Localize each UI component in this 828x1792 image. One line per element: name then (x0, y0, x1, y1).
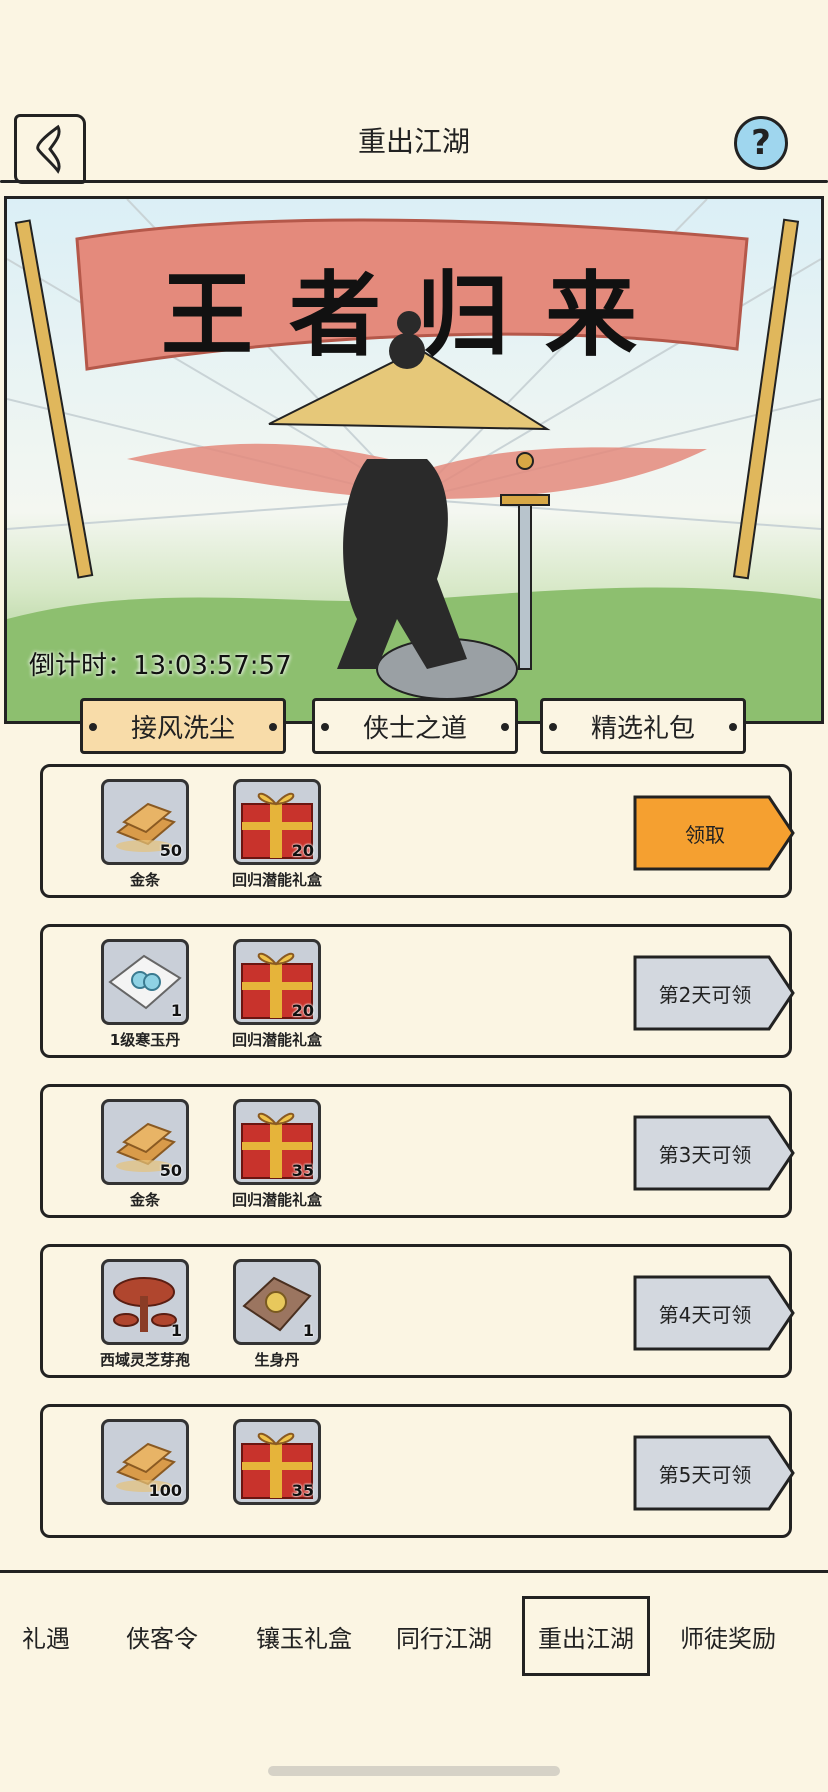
page-title: 重出江湖 (357, 125, 470, 158)
reward-row: 1 1级寒玉丹 20 回归潜能礼盒 第2天可领 (40, 924, 795, 1058)
claim-button-label: 第4天可领 (658, 1302, 752, 1327)
banner-slogan: 王者归来 (160, 261, 673, 369)
reward-item-name: 金条 (129, 1191, 160, 1209)
tab-label: 精选礼包 (590, 713, 695, 744)
reward-item-icon-box: 50 (101, 779, 189, 865)
tab-dot-left (549, 723, 557, 731)
nav-tab-label: 重出江湖 (538, 1624, 634, 1653)
locked-claim-button[interactable]: 第5天可领 (633, 1435, 797, 1511)
claim-button-label: 第5天可领 (658, 1462, 752, 1487)
reward-item-name: 1级寒玉丹 (109, 1031, 181, 1049)
countdown-value: 13:03:57:57 (133, 651, 292, 681)
reward-item-count: 20 (291, 841, 314, 860)
claim-button-label: 第2天可领 (658, 982, 752, 1007)
claim-button[interactable]: 领取 (633, 795, 797, 871)
reward-item-name: 生身丹 (254, 1351, 300, 1369)
tab-label: 侠士之道 (362, 713, 467, 744)
reward-item-icon-box: 1 (233, 1259, 321, 1345)
tab-dot-right (501, 723, 509, 731)
nav-tab-label: 侠客令 (126, 1624, 198, 1653)
tab-dot-left (321, 723, 329, 731)
nav-tab-xiakeling[interactable]: 侠客令 (108, 1596, 216, 1676)
divider (0, 1570, 828, 1573)
locked-claim-button[interactable]: 第2天可领 (633, 955, 797, 1031)
reward-item-name: 回归潜能礼盒 (231, 1191, 322, 1209)
nav-tab-label: 礼遇 (22, 1624, 70, 1653)
reward-item-count: 100 (148, 1481, 182, 1500)
banner-illustration: 王者归来 倒计时：13:03:57:57 (4, 196, 824, 724)
countdown-label: 倒计时： (29, 651, 134, 681)
reward-item-icon-box: 1 (101, 1259, 189, 1345)
reward-item-count: 35 (291, 1161, 314, 1180)
tab-label: 接风洗尘 (130, 713, 235, 744)
reward-item-count: 1 (302, 1321, 314, 1340)
tab-jingxuan[interactable]: 精选礼包 (540, 698, 746, 754)
nav-tab-label: 镶玉礼盒 (256, 1624, 352, 1653)
divider (0, 180, 828, 183)
reward-item-icon-box: 1 (101, 939, 189, 1025)
bottom-nav: 礼遇 侠客令 镶玉礼盒 同行江湖 重出江湖 师徒奖励 (0, 1576, 828, 1688)
claim-button-label: 领取 (685, 822, 725, 847)
question-icon: ? (751, 123, 771, 163)
reward-item-count: 35 (291, 1481, 314, 1500)
reward-item-count: 1 (170, 1321, 182, 1340)
locked-claim-button[interactable]: 第4天可领 (633, 1275, 797, 1351)
nav-tab-tongxing[interactable]: 同行江湖 (384, 1596, 504, 1676)
reward-item-name: 西域灵芝芽孢 (99, 1351, 190, 1369)
reward-item-name: 回归潜能礼盒 (231, 1031, 322, 1049)
reward-item[interactable]: 20 回归潜能礼盒 (232, 939, 325, 1050)
reward-item-icon-box: 100 (101, 1419, 189, 1505)
reward-item-icon-box: 35 (233, 1099, 321, 1185)
reward-item-icon-box: 35 (233, 1419, 321, 1505)
tab-xiashi[interactable]: 侠士之道 (312, 698, 518, 754)
reward-item[interactable]: 100 (101, 1419, 193, 1509)
nav-tab-chongchu[interactable]: 重出江湖 (522, 1596, 650, 1676)
reward-row: 50 金条 35 回归潜能礼盒 第3天可领 (40, 1084, 795, 1218)
help-button[interactable]: ? (734, 116, 788, 170)
reward-item[interactable]: 35 回归潜能礼盒 (232, 1099, 325, 1210)
nav-tab-xiangyu[interactable]: 镶玉礼盒 (244, 1596, 364, 1676)
reward-row: 100 35 第5天可领 (40, 1404, 795, 1538)
reward-item-icon-box: 20 (233, 939, 321, 1025)
reward-item[interactable]: 1 生身丹 (233, 1259, 325, 1370)
reward-item[interactable]: 20 回归潜能礼盒 (232, 779, 325, 890)
tab-dot-right (729, 723, 737, 731)
reward-item[interactable]: 35 (233, 1419, 325, 1509)
locked-claim-button[interactable]: 第3天可领 (633, 1115, 797, 1191)
tab-jiefeng[interactable]: 接风洗尘 (80, 698, 286, 754)
nav-tab-label: 师徒奖励 (680, 1624, 776, 1653)
reward-item-name: 回归潜能礼盒 (231, 871, 322, 889)
reward-item-name: 金条 (129, 871, 160, 889)
countdown: 倒计时：13:03:57:57 (29, 645, 292, 682)
header: 重出江湖 ? (0, 96, 828, 188)
tab-dot-left (89, 723, 97, 731)
tab-dot-right (269, 723, 277, 731)
reward-item[interactable]: 50 金条 (101, 1099, 193, 1210)
nav-tab-label: 同行江湖 (396, 1624, 492, 1653)
reward-item-count: 1 (170, 1001, 182, 1020)
reward-item[interactable]: 50 金条 (101, 779, 193, 890)
nav-tab-shitu[interactable]: 师徒奖励 (664, 1596, 792, 1676)
reward-row: 50 金条 20 回归潜能礼盒 领取 (40, 764, 795, 898)
reward-item-icon-box: 50 (101, 1099, 189, 1185)
reward-row: 1 西域灵芝芽孢 1 生身丹 第4天可领 (40, 1244, 795, 1378)
reward-item-count: 50 (159, 841, 182, 860)
claim-button-label: 第3天可领 (658, 1142, 752, 1167)
nav-tab-liyu[interactable]: 礼遇 (0, 1596, 92, 1676)
reward-item-count: 20 (291, 1001, 314, 1020)
reward-item[interactable]: 1 1级寒玉丹 (101, 939, 193, 1050)
reward-item[interactable]: 1 西域灵芝芽孢 (100, 1259, 193, 1370)
reward-item-count: 50 (159, 1161, 182, 1180)
reward-item-icon-box: 20 (233, 779, 321, 865)
home-indicator (268, 1766, 560, 1776)
